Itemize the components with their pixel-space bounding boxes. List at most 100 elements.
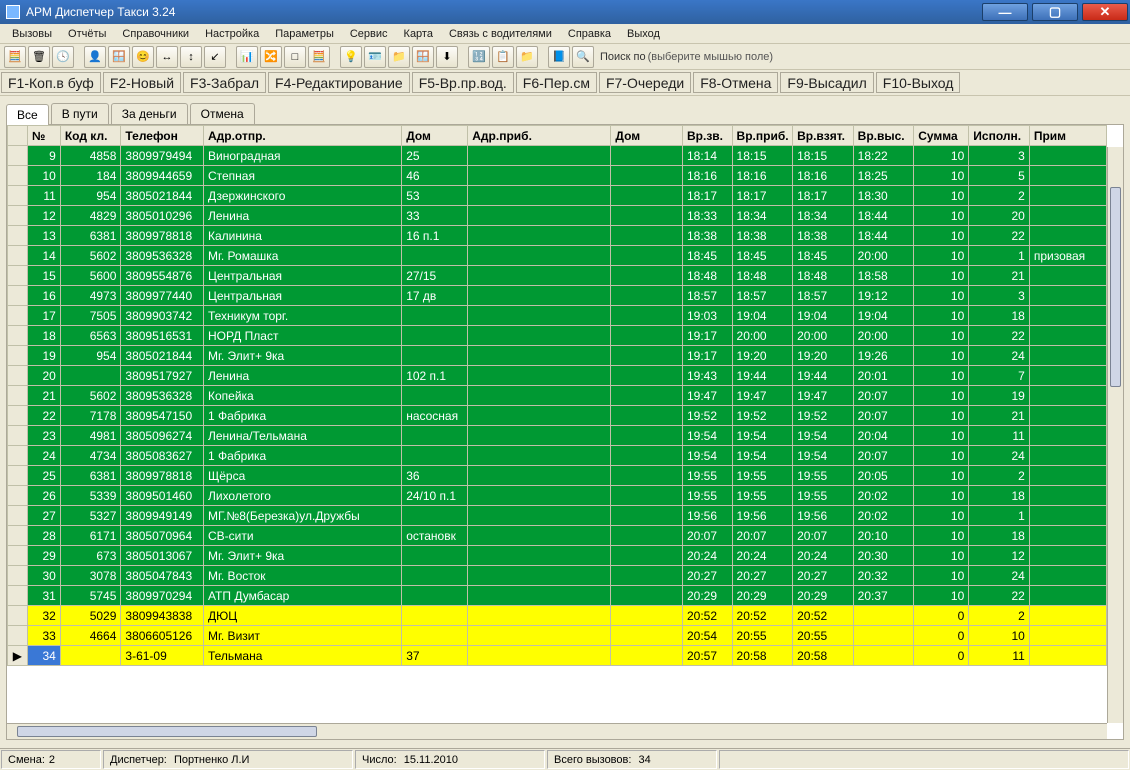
toolbar-button-18[interactable]: 📁 [388, 46, 410, 68]
col-header-12[interactable]: Сумма [914, 126, 969, 146]
toolbar-button-19[interactable]: 🪟 [412, 46, 434, 68]
toolbar-button-16[interactable]: 💡 [340, 46, 362, 68]
toolbar-button-17[interactable]: 🪪 [364, 46, 386, 68]
table-row[interactable]: 203809517927Ленина102 п.119:4319:4419:44… [8, 366, 1107, 386]
toolbar-button-13[interactable]: □ [284, 46, 306, 68]
col-header-7[interactable]: Дом [611, 126, 683, 146]
table-row[interactable]: 1248293805010296Ленина3318:3318:3418:341… [8, 206, 1107, 226]
menu-6[interactable]: Карта [396, 26, 441, 42]
table-row[interactable]: 2653393809501460Лихолетого24/10 п.119:55… [8, 486, 1107, 506]
fkey-6[interactable]: F6-Пер.см [516, 72, 597, 93]
table-row[interactable]: 24473438050836271 Фабрика19:5419:5419:54… [8, 446, 1107, 466]
tabs: ВсеВ путиЗа деньгиОтмена [0, 100, 1130, 124]
table-row[interactable]: 2861713805070964СВ-ситиостановк20:0720:0… [8, 526, 1107, 546]
table-row[interactable]: 101843809944659Степная4618:1618:1618:161… [8, 166, 1107, 186]
menu-9[interactable]: Выход [619, 26, 668, 42]
horizontal-scrollbar[interactable] [7, 723, 1107, 739]
menu-3[interactable]: Настройка [197, 26, 267, 42]
toolbar-button-5[interactable]: 🪟 [108, 46, 130, 68]
toolbar-button-24[interactable]: 📁 [516, 46, 538, 68]
vertical-scrollbar[interactable] [1107, 147, 1123, 723]
toolbar-button-11[interactable]: 📊 [236, 46, 258, 68]
close-button[interactable]: ✕ [1082, 3, 1128, 21]
fkey-1[interactable]: F1-Коп.в буф [1, 72, 101, 93]
menubar: ВызовыОтчётыСправочникиНастройкаПараметр… [0, 24, 1130, 44]
minimize-button[interactable]: — [982, 3, 1028, 21]
fkey-10[interactable]: F10-Выход [876, 72, 961, 93]
toolbar-button-23[interactable]: 📋 [492, 46, 514, 68]
toolbar-button-9[interactable]: ↙ [204, 46, 226, 68]
statusbar: Смена:2 Диспетчер: Портненко Л.И Число: … [0, 748, 1130, 770]
table-row[interactable]: 1456023809536328Мг. Ромашка18:4518:4518:… [8, 246, 1107, 266]
table-row[interactable]: 3250293809943838ДЮЦ20:5220:5220:5202 [8, 606, 1107, 626]
toolbar-button-20[interactable]: ⬇ [436, 46, 458, 68]
toolbar-button-12[interactable]: 🔀 [260, 46, 282, 68]
menu-4[interactable]: Параметры [267, 26, 342, 42]
table-row[interactable]: 22717838095471501 Фабриканасосная19:5219… [8, 406, 1107, 426]
table-row[interactable]: 3346643806605126Мг. Визит20:5420:5520:55… [8, 626, 1107, 646]
table-row[interactable]: 948583809979494Виноградная2518:1418:1518… [8, 146, 1107, 166]
fkey-4[interactable]: F4-Редактирование [268, 72, 410, 93]
table-row[interactable]: 119543805021844Дзержинского5318:1718:171… [8, 186, 1107, 206]
toolbar-button-27[interactable]: 🔍 [572, 46, 594, 68]
table-row[interactable]: 3030783805047843Мг. Восток20:2720:2720:2… [8, 566, 1107, 586]
col-header-13[interactable]: Исполн. [969, 126, 1030, 146]
table-row[interactable]: 1363813809978818Калинина16 п.118:3818:38… [8, 226, 1107, 246]
col-header-8[interactable]: Вр.зв. [682, 126, 732, 146]
toolbar-button-1[interactable]: 🗑 [28, 46, 50, 68]
col-header-5[interactable]: Дом [402, 126, 468, 146]
fkey-3[interactable]: F3-Забрал [183, 72, 266, 93]
toolbar-button-8[interactable]: ↕ [180, 46, 202, 68]
table-row[interactable]: ▶343-61-09Тельмана3720:5720:5820:58011 [8, 646, 1107, 666]
col-header-11[interactable]: Вр.выс. [853, 126, 914, 146]
col-header-0[interactable] [8, 126, 28, 146]
toolbar-button-0[interactable]: 🧮 [4, 46, 26, 68]
search-hint: (выберите мышью поле) [648, 51, 773, 63]
tab-1[interactable]: В пути [51, 103, 109, 124]
toolbar-button-26[interactable]: 📘 [548, 46, 570, 68]
menu-1[interactable]: Отчёты [60, 26, 114, 42]
fkey-7[interactable]: F7-Очереди [599, 72, 691, 93]
table-row[interactable]: 199543805021844Мг. Элит+ 9ка19:1719:2019… [8, 346, 1107, 366]
table-row[interactable]: 1865633809516531НОРД Пласт19:1720:0020:0… [8, 326, 1107, 346]
fkey-2[interactable]: F2-Новый [103, 72, 181, 93]
maximize-button[interactable]: ▢ [1032, 3, 1078, 21]
col-header-9[interactable]: Вр.приб. [732, 126, 793, 146]
menu-5[interactable]: Сервис [342, 26, 396, 42]
table-row[interactable]: 1775053809903742Техникум торг.19:0319:04… [8, 306, 1107, 326]
col-header-6[interactable]: Адр.приб. [468, 126, 611, 146]
col-header-14[interactable]: Прим [1029, 126, 1106, 146]
col-header-10[interactable]: Вр.взят. [793, 126, 854, 146]
window-title: АРМ Диспетчер Такси 3.24 [26, 5, 175, 19]
toolbar-button-6[interactable]: 😊 [132, 46, 154, 68]
toolbar-button-14[interactable]: 🧮 [308, 46, 330, 68]
table-row[interactable]: 2349813805096274Ленина/Тельмана19:5419:5… [8, 426, 1107, 446]
toolbar-button-4[interactable]: 👤 [84, 46, 106, 68]
menu-8[interactable]: Справка [560, 26, 619, 42]
table-row[interactable]: 1556003809554876Центральная27/1518:4818:… [8, 266, 1107, 286]
toolbar-button-22[interactable]: 🔢 [468, 46, 490, 68]
table-row[interactable]: 296733805013067Мг. Элит+ 9ка20:2420:2420… [8, 546, 1107, 566]
toolbar-button-2[interactable]: 🕓 [52, 46, 74, 68]
tab-2[interactable]: За деньги [111, 103, 188, 124]
fkey-8[interactable]: F8-Отмена [693, 72, 778, 93]
menu-2[interactable]: Справочники [114, 26, 197, 42]
tab-0[interactable]: Все [6, 104, 49, 125]
menu-7[interactable]: Связь с водителями [441, 26, 560, 42]
app-icon [6, 5, 20, 19]
calls-table[interactable]: №Код кл.ТелефонАдр.отпр.ДомАдр.приб.ДомВ… [7, 125, 1107, 666]
toolbar-button-7[interactable]: ↔ [156, 46, 178, 68]
col-header-4[interactable]: Адр.отпр. [203, 126, 401, 146]
fkey-5[interactable]: F5-Вр.пр.вод. [412, 72, 514, 93]
table-row[interactable]: 1649733809977440Центральная17 дв18:5718:… [8, 286, 1107, 306]
table-row[interactable]: 3157453809970294АТП Думбасар20:2920:2920… [8, 586, 1107, 606]
menu-0[interactable]: Вызовы [4, 26, 60, 42]
table-row[interactable]: 2563813809978818Щёрса3619:5519:5519:5520… [8, 466, 1107, 486]
col-header-2[interactable]: Код кл. [60, 126, 121, 146]
fkey-9[interactable]: F9-Высадил [780, 72, 873, 93]
col-header-1[interactable]: № [27, 126, 60, 146]
tab-3[interactable]: Отмена [190, 103, 255, 124]
col-header-3[interactable]: Телефон [121, 126, 204, 146]
table-row[interactable]: 2156023809536328Копейка19:4719:4719:4720… [8, 386, 1107, 406]
table-row[interactable]: 2753273809949149МГ.№8(Березка)ул.Дружбы1… [8, 506, 1107, 526]
